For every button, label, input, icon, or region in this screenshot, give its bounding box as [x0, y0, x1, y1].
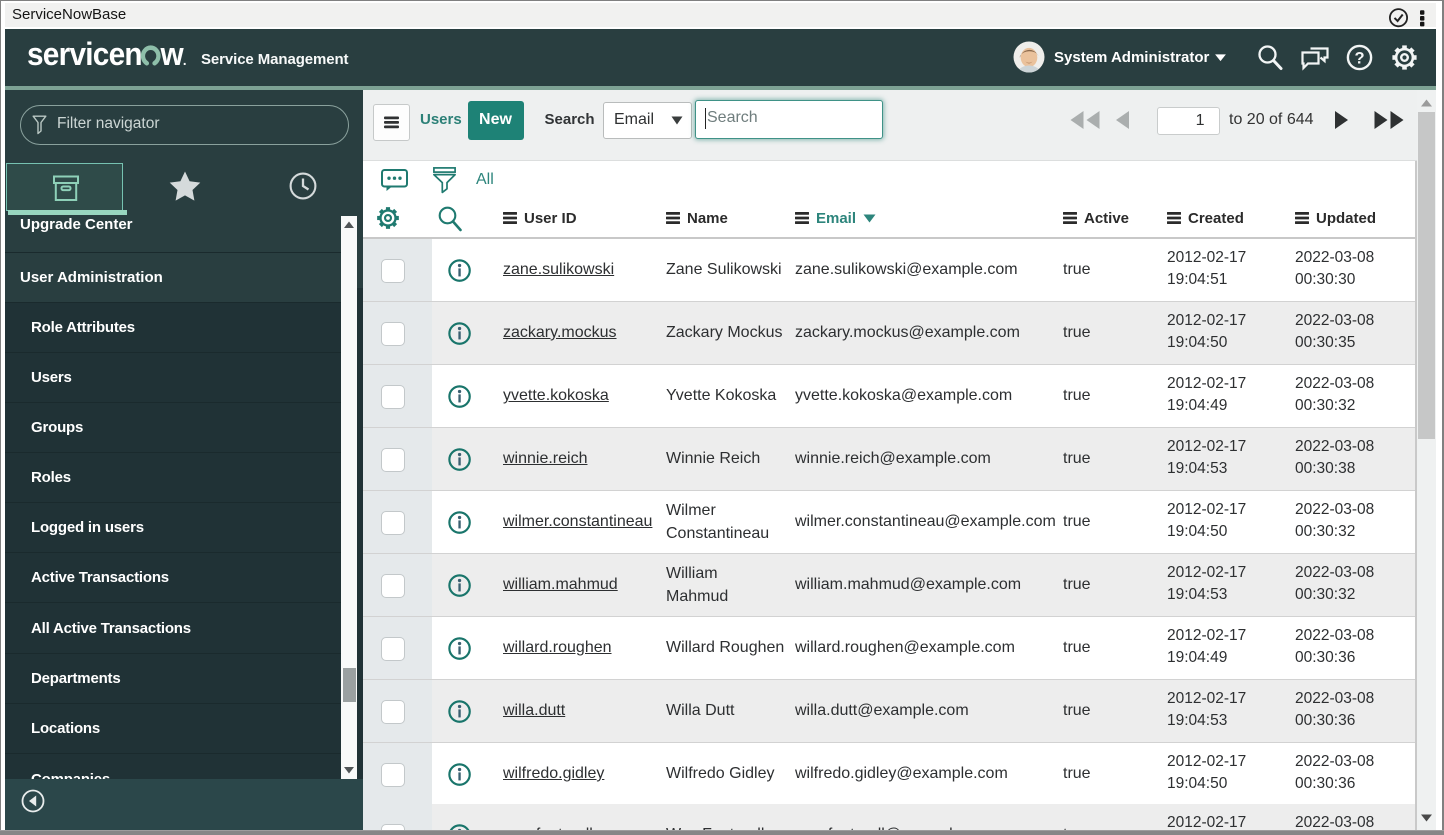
svg-text:?: ?: [1354, 49, 1364, 67]
